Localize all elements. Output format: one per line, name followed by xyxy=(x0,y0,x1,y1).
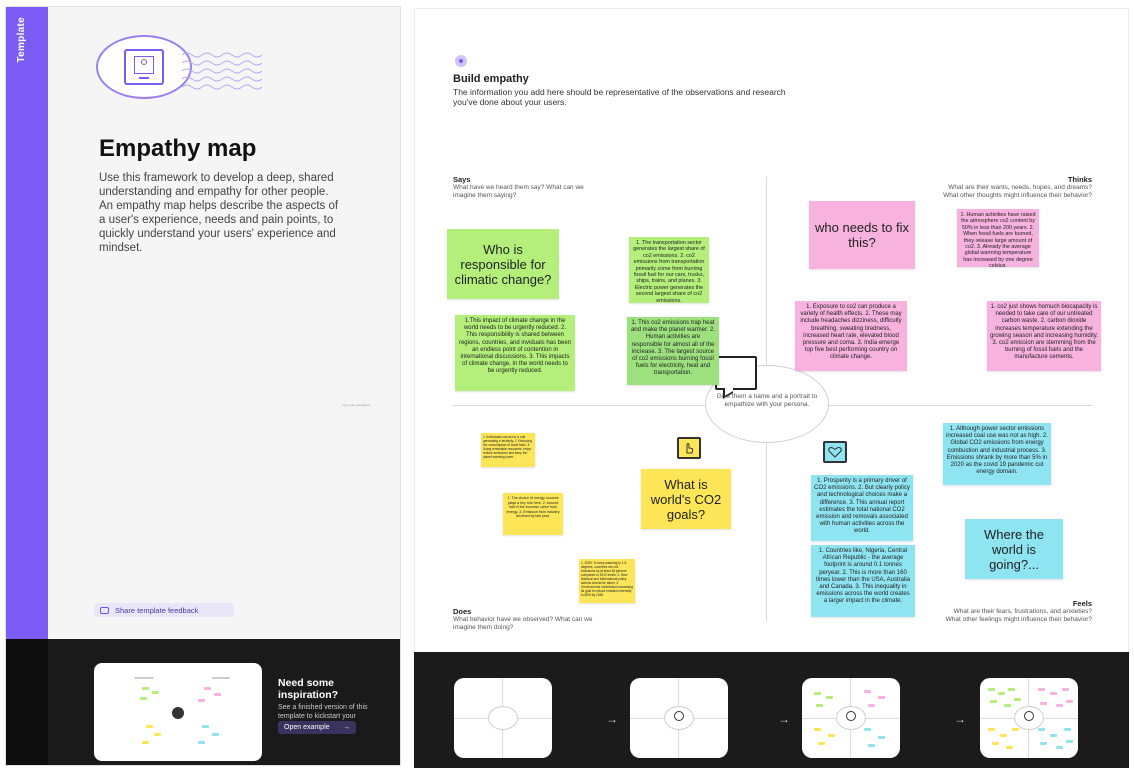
share-feedback-button[interactable]: Share template feedback xyxy=(94,603,234,617)
persona-prompt: Give them a name and a portrait to empat… xyxy=(716,393,818,408)
paragraph-placeholder[interactable]: Type your paragraph... xyxy=(342,403,372,407)
heart-icon xyxy=(823,441,847,463)
thinks-label: Thinks xyxy=(1067,175,1092,184)
avatar xyxy=(674,711,684,721)
section-dot-icon xyxy=(455,55,467,67)
does-label: Does xyxy=(453,607,472,616)
inspiration-footer: Need some inspiration? See a finished ve… xyxy=(6,639,400,765)
sticky-note[interactable]: who needs to fix this? xyxy=(809,201,915,269)
open-example-label: Open example xyxy=(284,724,330,731)
waves-icon xyxy=(182,52,262,90)
sticky-note[interactable]: 1. The transportation sector generates t… xyxy=(629,237,709,303)
template-strip: Template xyxy=(6,7,48,639)
step-card-1[interactable] xyxy=(454,678,552,758)
example-preview-thumbnail[interactable] xyxy=(94,663,262,761)
avatar xyxy=(846,711,856,721)
does-prompt: What behavior have we observed? What can… xyxy=(453,616,593,631)
panel-title: Empathy map xyxy=(99,135,257,162)
sticky-note[interactable]: Where the world is going?... xyxy=(965,519,1063,579)
sticky-note[interactable]: 1. The choice of energy sources plays a … xyxy=(503,493,563,535)
arrow-right-icon: → xyxy=(954,712,966,726)
board-title: Build empathy xyxy=(453,73,529,85)
board-description: The information you add here should be r… xyxy=(453,87,786,107)
share-feedback-label: Share template feedback xyxy=(115,605,199,615)
sticky-note[interactable]: 1. Prosperity is a primary driver of CO2… xyxy=(811,475,913,541)
arrow-right-icon: → xyxy=(343,724,350,731)
feels-label: Feels xyxy=(1072,599,1092,608)
footer-strip xyxy=(6,639,48,765)
avatar xyxy=(1024,711,1034,721)
speech-bubble-icon xyxy=(715,356,757,390)
sticky-note[interactable]: 1. co2 just shows homuch biocapacity is … xyxy=(987,301,1101,371)
says-label: Says xyxy=(453,175,471,184)
sticky-note[interactable]: 1. Individuals can act to a role generat… xyxy=(481,433,535,467)
template-panel: Template Empathy map Use this framework … xyxy=(5,6,401,766)
thinks-prompt: What are their wants, needs, hopes, and … xyxy=(943,184,1092,199)
sticky-note[interactable]: 1. This co2 emissions trap heat and make… xyxy=(627,317,719,385)
inspiration-title: Need some inspiration? xyxy=(278,677,339,701)
arrow-right-icon: → xyxy=(606,712,618,726)
sticky-note[interactable]: Who is responsible for climatic change? xyxy=(447,229,559,299)
step-card-4[interactable] xyxy=(980,678,1078,758)
sticky-note[interactable]: 1. Human activities have raised the atmo… xyxy=(957,209,1039,267)
step-card-3[interactable] xyxy=(802,678,900,758)
portrait-icon xyxy=(124,49,164,85)
sticky-note[interactable]: 1.This impact of climate change in the w… xyxy=(455,315,575,391)
feedback-icon xyxy=(100,606,109,614)
arrow-right-icon: → xyxy=(778,712,790,726)
steps-strip: → → → xyxy=(414,652,1129,768)
sticky-note[interactable]: What is world's CO2 goals? xyxy=(641,469,731,529)
says-prompt: What have we heard them say? What can we… xyxy=(453,184,584,199)
sticky-note[interactable]: 1. Although power sector emissions incre… xyxy=(943,423,1051,485)
pointer-hand-icon xyxy=(677,437,701,459)
step-card-2[interactable] xyxy=(630,678,728,758)
feels-prompt: What are their fears, frustrations, and … xyxy=(945,608,1092,623)
panel-description: Use this framework to develop a deep, sh… xyxy=(99,172,339,254)
sticky-note[interactable]: 1. 2050: To keep warming to 1.5 degrees,… xyxy=(579,559,635,603)
open-example-button[interactable]: Open example → xyxy=(278,721,356,734)
sticky-note[interactable]: 1. Exposure to co2 can produce a variety… xyxy=(795,301,907,371)
avatar xyxy=(172,707,184,719)
sticky-note[interactable]: 1. Countries like, Nigeria, Central Afri… xyxy=(811,545,915,617)
template-strip-label: Template xyxy=(16,17,27,63)
